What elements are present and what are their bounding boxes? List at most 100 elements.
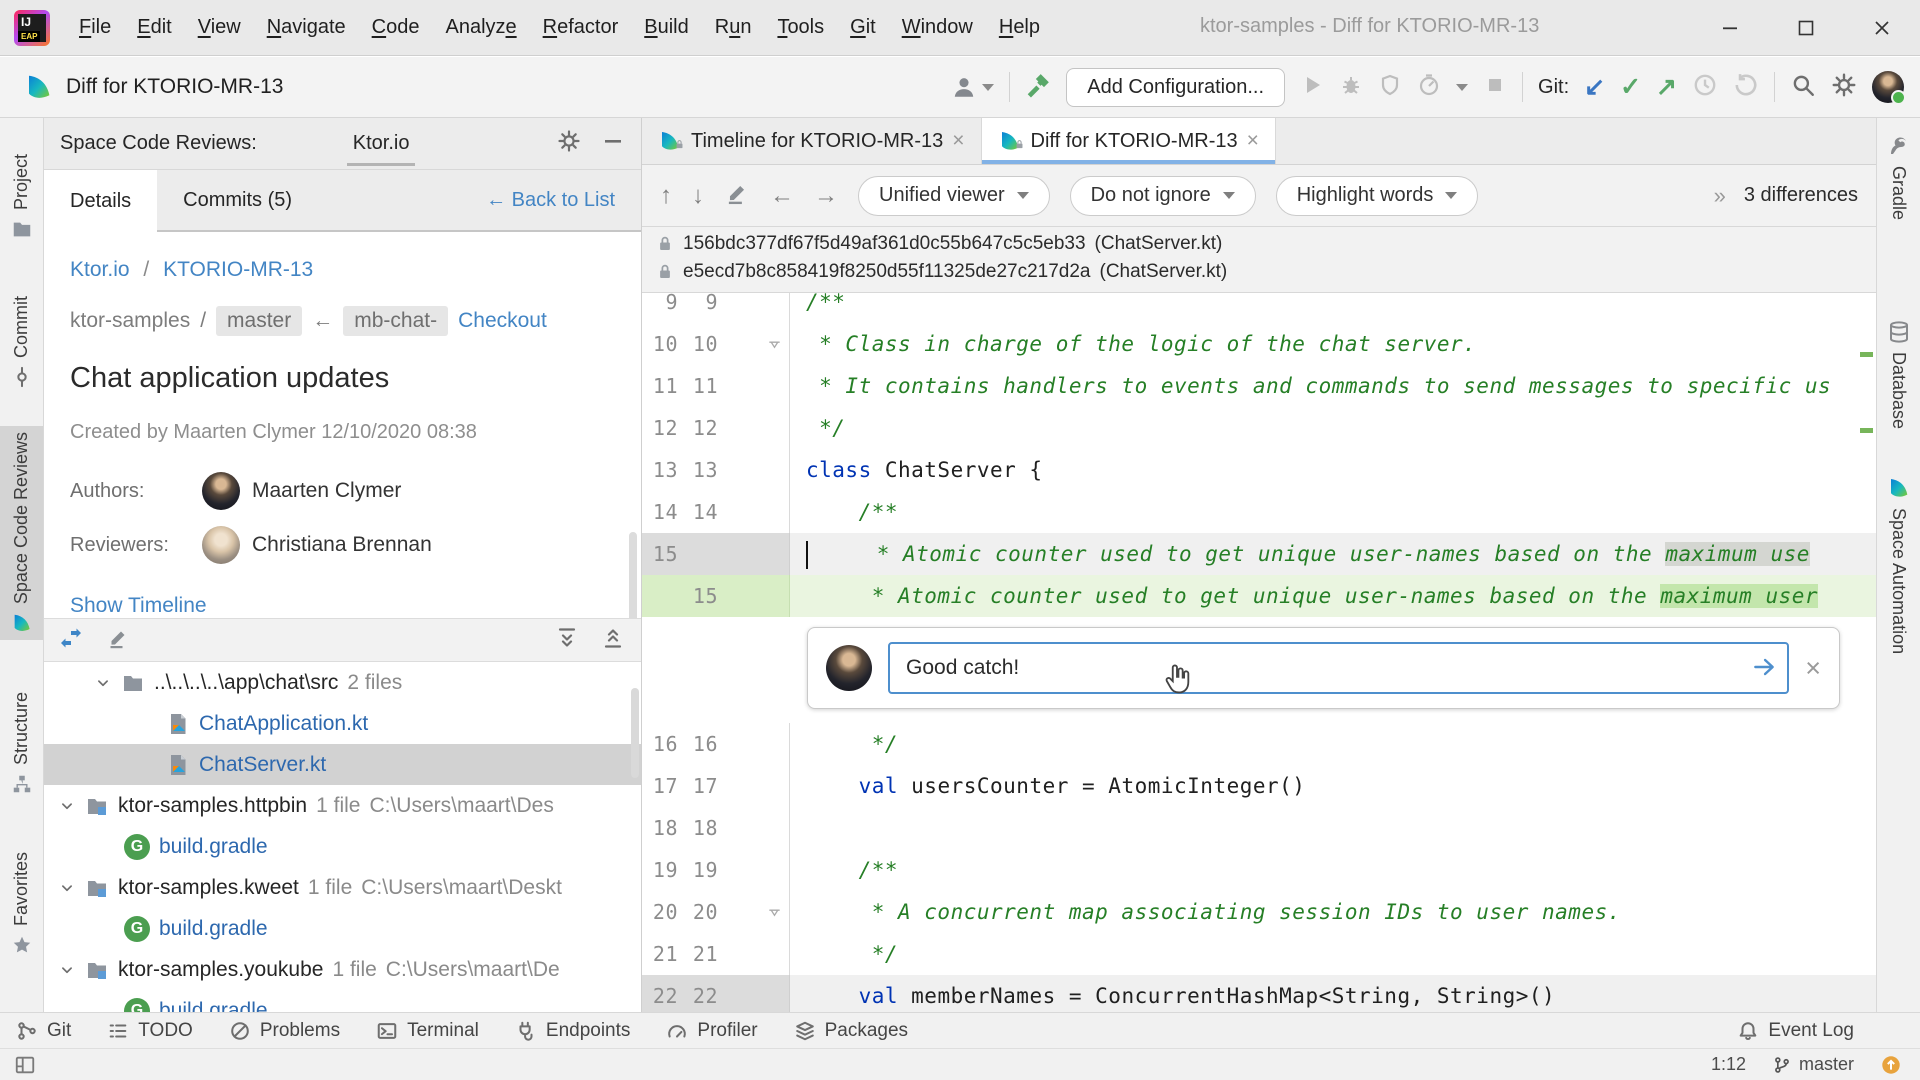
tool-window-event-log[interactable]: Event Log xyxy=(1737,1020,1854,1042)
tree-row-ktor-samples.youkube[interactable]: ktor-samples.youkube 1 file C:\Users\maa… xyxy=(44,949,641,990)
code-line[interactable]: 20 20 * A concurrent map associating sess… xyxy=(642,891,1876,933)
tool-stripe-space-automation[interactable]: Space Automation xyxy=(1877,470,1920,660)
commit-changes-button[interactable]: ✓ xyxy=(1620,74,1641,100)
tree-scrollbar[interactable] xyxy=(631,688,639,778)
code-line[interactable]: 13 13 class ChatServer { xyxy=(642,449,1876,491)
editor-tab-0[interactable]: Timeline for KTORIO-MR-13 × xyxy=(642,118,982,164)
tool-window-endpoints[interactable]: Endpoints xyxy=(515,1020,630,1042)
window-close-button[interactable] xyxy=(1844,0,1920,56)
breadcrumb-project-link[interactable]: Ktor.io xyxy=(70,258,130,281)
rollback-button[interactable] xyxy=(1733,72,1759,103)
menu-code[interactable]: Code xyxy=(359,16,433,39)
user-avatar[interactable] xyxy=(1872,71,1906,105)
code-line[interactable]: 15 * Atomic counter used to get unique u… xyxy=(642,575,1876,617)
edit-button[interactable] xyxy=(106,626,130,655)
tool-window-todo[interactable]: TODO xyxy=(107,1020,193,1042)
push-button[interactable]: ↗ xyxy=(1656,74,1677,100)
tree-row-build.gradle[interactable]: Gbuild.gradle xyxy=(44,990,641,1012)
highlight-select[interactable]: Highlight words xyxy=(1275,175,1479,216)
code-line[interactable]: 17 17 val usersCounter = AtomicInteger() xyxy=(642,765,1876,807)
run-button[interactable] xyxy=(1300,73,1324,102)
expand-all-button[interactable] xyxy=(555,626,579,655)
checkout-link[interactable]: Checkout xyxy=(458,309,547,333)
code-line[interactable]: 18 18 xyxy=(642,807,1876,849)
viewer-select[interactable]: Unified viewer xyxy=(858,175,1050,216)
tree-row-ChatApplication.kt[interactable]: ChatApplication.kt xyxy=(44,703,641,744)
editor-tab-1[interactable]: Diff for KTORIO-MR-13 × xyxy=(981,118,1276,164)
close-tab-icon[interactable]: × xyxy=(952,129,964,153)
panel-settings-button[interactable] xyxy=(557,129,581,158)
tool-window-profiler[interactable]: Profiler xyxy=(666,1020,758,1042)
user-menu[interactable] xyxy=(951,74,995,100)
arrow-down-button[interactable]: ↓ xyxy=(692,183,704,208)
hide-panel-button[interactable] xyxy=(601,129,625,158)
debug-button[interactable] xyxy=(1339,73,1363,102)
tool-stripe-space-code-reviews[interactable]: Space Code Reviews xyxy=(0,426,43,641)
ignore-select[interactable]: Do not ignore xyxy=(1069,175,1256,216)
stop-button[interactable] xyxy=(1483,73,1507,102)
add-configuration-button[interactable]: Add Configuration... xyxy=(1066,67,1286,107)
tool-window-packages[interactable]: Packages xyxy=(794,1020,908,1042)
menu-window[interactable]: Window xyxy=(889,16,986,39)
code-line[interactable]: 11 11 * It contains handlers to events an… xyxy=(642,365,1876,407)
tab-details[interactable]: Details xyxy=(44,170,158,232)
menu-file[interactable]: File xyxy=(66,16,124,39)
code-line[interactable]: 15 * Atomic counter used to get unique u… xyxy=(642,533,1876,575)
tree-row-..-..-..-..-app-chat-src[interactable]: ..\..\..\..\app\chat\src 2 files xyxy=(44,662,641,703)
tree-row-build.gradle[interactable]: Gbuild.gradle xyxy=(44,826,641,867)
dropdown-button[interactable] xyxy=(1456,78,1469,96)
code-line[interactable]: 22 22 val memberNames = ConcurrentHashMap… xyxy=(642,975,1876,1012)
close-tab-icon[interactable]: × xyxy=(1247,129,1259,153)
git-branch-widget[interactable]: master xyxy=(1772,1054,1854,1075)
search-everywhere-button[interactable] xyxy=(1790,72,1816,103)
code-line[interactable]: 99 /** xyxy=(642,293,1876,323)
arrow-right-button[interactable]: → xyxy=(814,183,838,208)
arrow-up-button[interactable]: ↑ xyxy=(660,183,672,208)
tool-stripe-structure[interactable]: Structure xyxy=(0,686,43,801)
menu-run[interactable]: Run xyxy=(702,16,765,39)
history-button[interactable] xyxy=(1692,72,1718,103)
tab-commits[interactable]: Commits (5) xyxy=(157,170,318,230)
profile-button[interactable] xyxy=(1417,73,1441,102)
tool-stripe-favorites[interactable]: Favorites xyxy=(0,846,43,962)
window-minimize-button[interactable] xyxy=(1692,0,1768,56)
tool-stripe-gradle[interactable]: Gradle xyxy=(1877,128,1920,226)
show-timeline-link[interactable]: Show Timeline xyxy=(70,594,207,618)
code-line[interactable]: 12 12 */ xyxy=(642,407,1876,449)
tool-stripe-database[interactable]: Database xyxy=(1877,314,1920,435)
edit-button[interactable] xyxy=(724,180,750,211)
code-line[interactable]: 10 10 * Class in charge of the logic of t… xyxy=(642,323,1876,365)
tool-window-layout-icon[interactable] xyxy=(14,1054,36,1076)
tool-stripe-project[interactable]: Project xyxy=(0,148,43,246)
code-line[interactable]: 14 14 /** xyxy=(642,491,1876,533)
tool-window-terminal[interactable]: Terminal xyxy=(376,1020,479,1042)
menu-edit[interactable]: Edit xyxy=(124,16,184,39)
menu-refactor[interactable]: Refactor xyxy=(530,16,632,39)
update-notification-icon[interactable] xyxy=(1880,1054,1902,1076)
code-line[interactable]: 21 21 */ xyxy=(642,933,1876,975)
update-project-button[interactable]: ↙ xyxy=(1584,74,1605,100)
menu-help[interactable]: Help xyxy=(986,16,1053,39)
details-scrollbar[interactable] xyxy=(629,532,637,618)
project-tab-ktor-io[interactable]: Ktor.io xyxy=(346,121,416,166)
close-comment-icon[interactable]: × xyxy=(1805,653,1821,684)
window-maximize-button[interactable] xyxy=(1768,0,1844,56)
menu-build[interactable]: Build xyxy=(631,16,701,39)
menu-tools[interactable]: Tools xyxy=(764,16,837,39)
breadcrumb-review-link[interactable]: KTORIO-MR-13 xyxy=(163,258,313,281)
send-comment-icon[interactable] xyxy=(1751,654,1777,685)
tool-window-problems[interactable]: Problems xyxy=(229,1020,340,1042)
build-project-button[interactable] xyxy=(1025,72,1051,103)
arrow-left-button[interactable]: ← xyxy=(770,183,794,208)
tree-row-build.gradle[interactable]: Gbuild.gradle xyxy=(44,908,641,949)
menu-navigate[interactable]: Navigate xyxy=(254,16,359,39)
tree-row-ktor-samples.httpbin[interactable]: ktor-samples.httpbin 1 file C:\Users\maa… xyxy=(44,785,641,826)
tree-row-ktor-samples.kweet[interactable]: ktor-samples.kweet 1 file C:\Users\maart… xyxy=(44,867,641,908)
tool-stripe-commit[interactable]: Commit xyxy=(0,290,43,394)
menu-git[interactable]: Git xyxy=(837,16,889,39)
tool-window-git[interactable]: Git xyxy=(16,1020,71,1042)
tree-row-ChatServer.kt[interactable]: ChatServer.kt xyxy=(44,744,641,785)
compare-arrows-button[interactable] xyxy=(60,626,84,655)
collapse-all-button[interactable] xyxy=(601,626,625,655)
code-line[interactable]: 19 19 /** xyxy=(642,849,1876,891)
